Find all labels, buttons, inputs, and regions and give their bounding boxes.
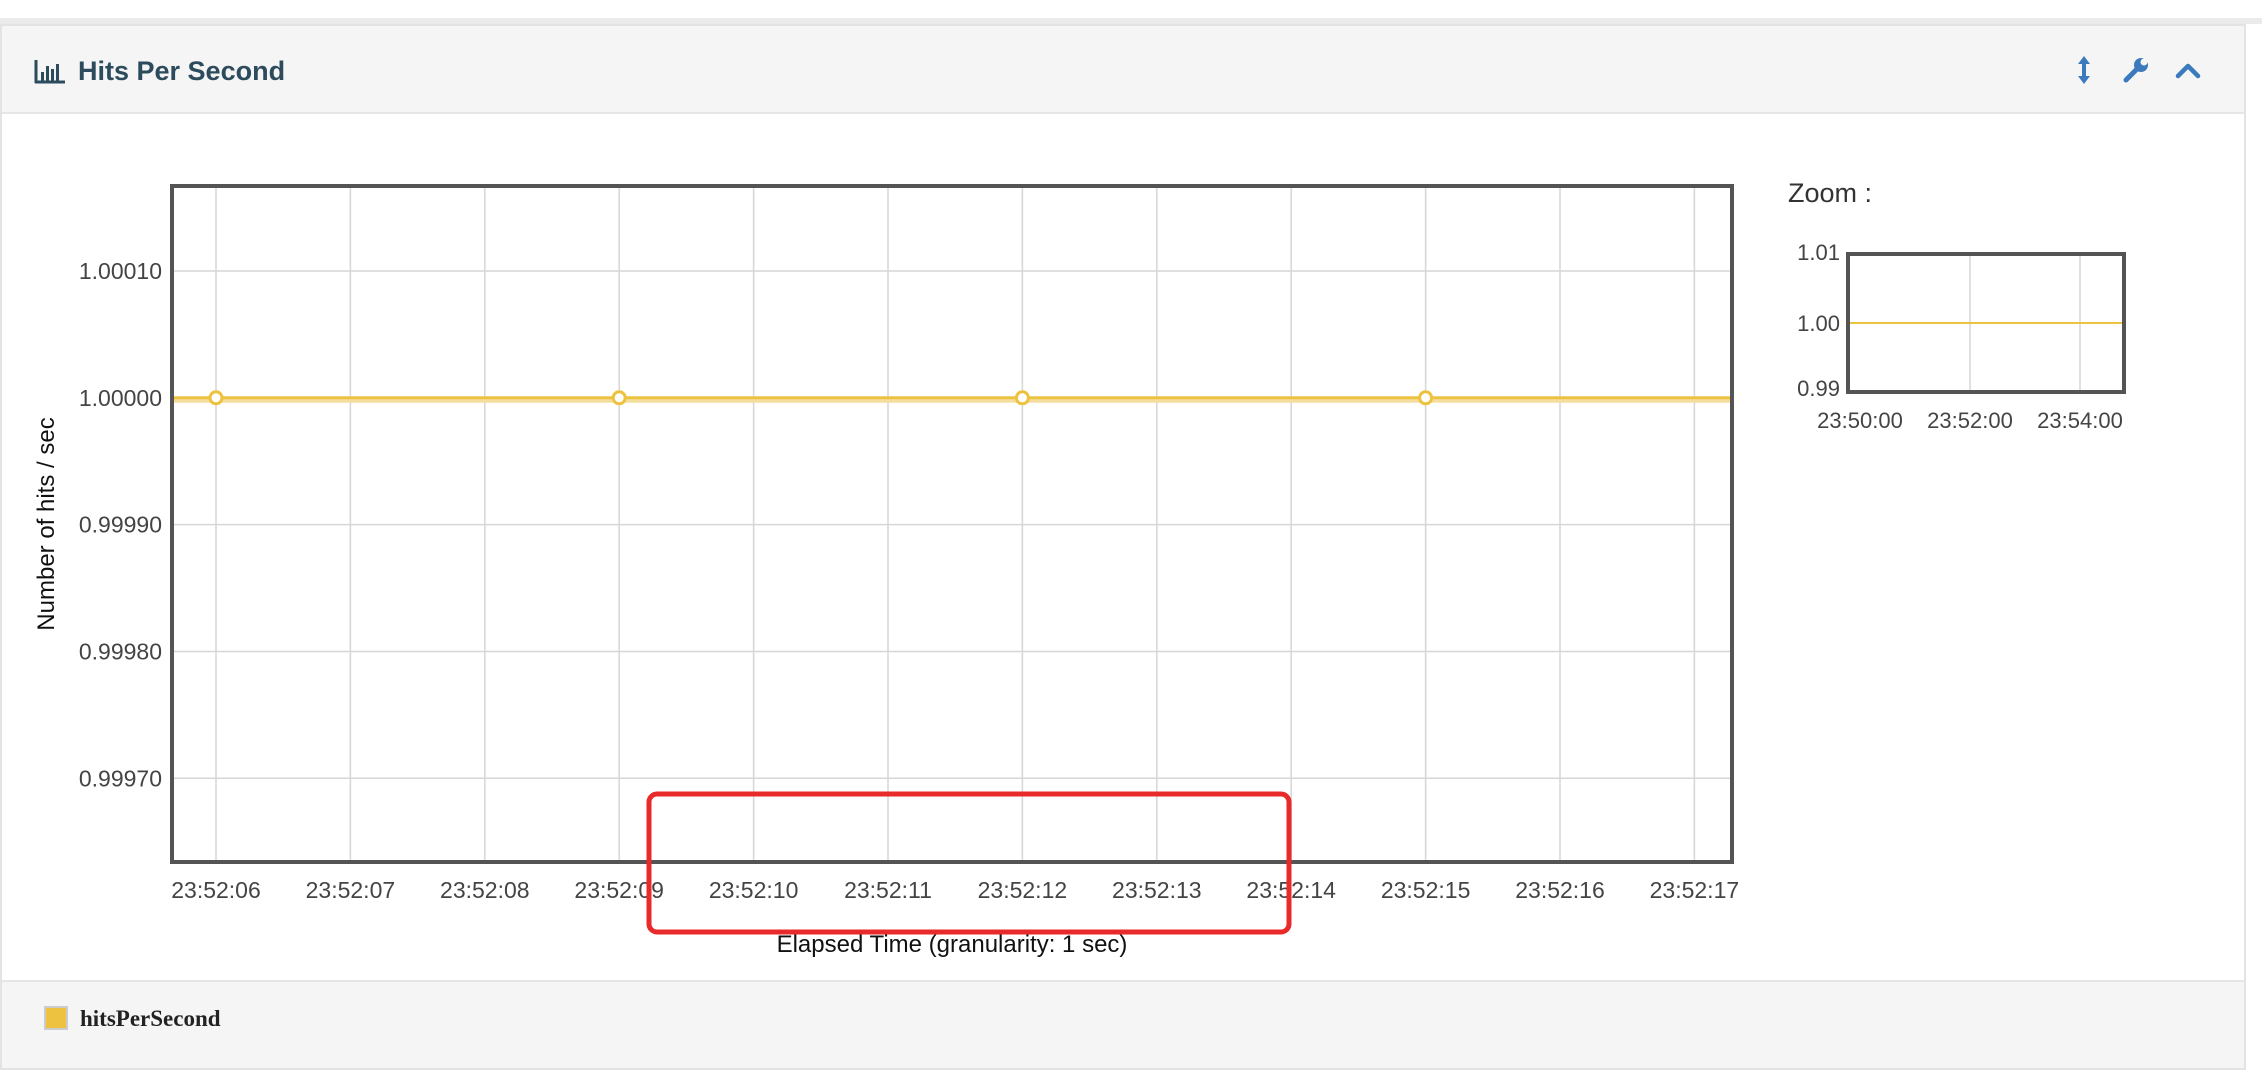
panel-header: Hits Per Second [2, 26, 2244, 114]
bar-chart-icon [34, 60, 65, 84]
chevron-up-icon [2175, 63, 2201, 79]
data-point[interactable] [1014, 390, 1030, 406]
panel-body: 1.00010 1.00000 0.99990 0.99980 0.99970 23:5… [2, 114, 2244, 980]
zoom-chart[interactable]: Zoom : 1.011.000.99 23:50:00 23:52:00 23:5… [1782, 166, 2202, 446]
main-x-ticks: 23:52:06 23:52:07 23:52:08 23:52:09 23:52:10… [171, 877, 1739, 903]
legend-swatch [44, 1006, 68, 1030]
y-tick-label: 0.99980 [79, 638, 162, 664]
zoom-y-tick-label: 0.99 [1797, 376, 1840, 401]
data-point[interactable] [611, 390, 627, 406]
zoom-x-ticks: 23:50:00 23:52:00 23:54:00 [1817, 408, 2123, 433]
x-tick-label: 23:52:12 [978, 877, 1068, 903]
x-tick-label: 23:52:13 [1112, 877, 1202, 903]
x-tick-label: 23:52:17 [1650, 877, 1740, 903]
x-tick-label: 23:52:08 [440, 877, 530, 903]
zoom-y-tick-label: 1.01 [1797, 240, 1840, 265]
data-point[interactable] [208, 390, 224, 406]
data-point[interactable] [1418, 390, 1434, 406]
zoom-y-ticks: 1.01 1.00 0.99 [1797, 240, 1840, 401]
main-y-ticks: 1.00010 1.00000 0.99990 0.99980 0.99970 [79, 258, 162, 791]
y-tick-label: 1.00010 [79, 258, 162, 284]
top-strip [0, 0, 2262, 24]
legend-label[interactable]: hitsPerSecond [80, 1006, 221, 1032]
x-tick-label: 23:52:07 [306, 877, 396, 903]
settings-button[interactable] [2118, 52, 2154, 88]
y-axis-label: Number of hits / sec [33, 417, 60, 630]
y-tick-label: 0.99970 [79, 765, 162, 791]
x-tick-label: 23:52:15 [1381, 877, 1471, 903]
wrench-icon [2123, 58, 2148, 83]
panel-title: Hits Per Second [78, 56, 286, 86]
zoom-label: Zoom : [1788, 178, 1872, 208]
y-tick-label: 0.99990 [79, 512, 162, 538]
arrows-vertical-icon [2078, 56, 2090, 84]
zoom-x-tick-label: 23:54:00 [2037, 408, 2123, 433]
x-tick-label: 23:52:10 [709, 877, 799, 903]
zoom-x-tick-label: 23:50:00 [1817, 408, 1903, 433]
x-tick-label: 23:52:11 [844, 877, 932, 903]
y-tick-label: 1.00000 [79, 385, 162, 411]
expand-vertical-button[interactable] [2066, 52, 2102, 88]
legend-footer: hitsPerSecond [2, 980, 2244, 1068]
collapse-button[interactable] [2170, 52, 2206, 88]
x-tick-label: 23:52:06 [171, 877, 261, 903]
zoom-x-tick-label: 23:52:00 [1927, 408, 2013, 433]
main-chart[interactable]: 1.00010 1.00000 0.99990 0.99980 0.99970 23:5… [2, 114, 1762, 980]
main-series [172, 390, 1732, 406]
zoom-y-tick-label: 1.00 [1797, 311, 1840, 336]
main-grid [172, 186, 1732, 862]
x-axis-label: Elapsed Time (granularity: 1 sec) [777, 931, 1128, 958]
hits-per-second-panel: Hits Per Second 1.00010 1.00000 0.99990 0.9… [0, 24, 2246, 1070]
x-tick-label: 23:52:16 [1515, 877, 1605, 903]
